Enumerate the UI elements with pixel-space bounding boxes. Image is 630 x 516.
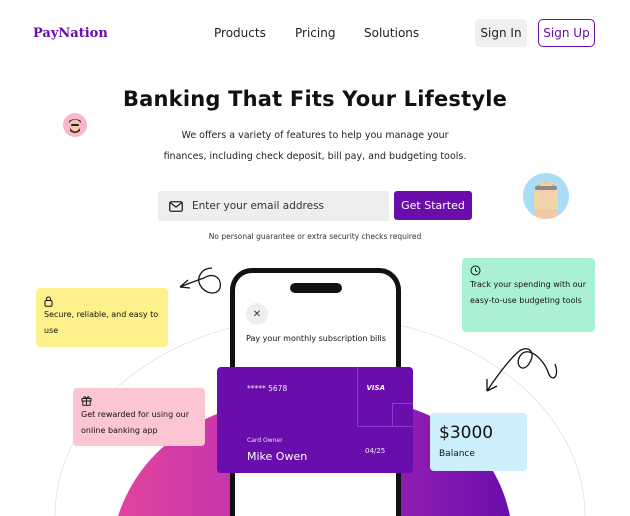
card-number: ***** 5678 [247, 384, 288, 393]
nav-item-solutions[interactable]: Solutions [364, 26, 419, 40]
balance-amount: $3000 [439, 423, 494, 443]
balance-label: Balance [439, 449, 475, 459]
feature-card-secure: Secure, reliable, and easy to use [36, 288, 168, 347]
gift-icon [81, 396, 92, 406]
card-expiry: 04/25 [365, 447, 386, 455]
clock-icon [470, 265, 481, 276]
hero-subtitle: We offers a variety of features to help … [140, 125, 490, 167]
squiggle-arrow-right [486, 348, 558, 392]
hero-subtitle-line-1: We offers a variety of features to help … [181, 130, 449, 141]
close-icon: ✕ [252, 308, 262, 320]
card-owner-name: Mike Owen [247, 450, 308, 463]
sign-in-button[interactable]: Sign In [475, 19, 527, 47]
email-input[interactable] [192, 200, 372, 212]
avatar-left [63, 113, 87, 137]
hero-title: Banking That Fits Your Lifestyle [122, 87, 508, 111]
avatar-right [523, 173, 569, 219]
hero-subtitle-line-2: finances, including check deposit, bill … [163, 151, 467, 162]
sign-up-button[interactable]: Sign Up [538, 19, 595, 47]
brand-logo[interactable]: PayNation [33, 26, 108, 41]
card-owner-label: Card Owner [247, 437, 283, 444]
nav-item-pricing[interactable]: Pricing [295, 26, 335, 40]
balance-card: $3000 Balance [430, 413, 527, 471]
phone-notch [290, 283, 342, 293]
feature-card-rewards-text: Get rewarded for using our online bankin… [81, 410, 189, 435]
email-field[interactable] [158, 191, 389, 221]
avatar-left-illustration [69, 119, 81, 133]
phone-message: Pay your monthly subscription bills [246, 334, 386, 343]
squiggle-arrow-left [179, 267, 221, 294]
get-started-button[interactable]: Get Started [394, 191, 472, 220]
nav-item-products[interactable]: Products [214, 26, 266, 40]
card-decoration-inner [392, 403, 413, 427]
feature-card-rewards: Get rewarded for using our online bankin… [73, 388, 205, 446]
lock-icon [44, 296, 53, 307]
signup-note: No personal guarantee or extra security … [208, 232, 422, 241]
mail-icon [169, 200, 183, 212]
feature-card-budget: Track your spending with our easy-to-use… [462, 258, 595, 332]
feature-card-secure-text: Secure, reliable, and easy to use [44, 310, 159, 335]
bank-card[interactable]: ***** 5678 VISA Card Owner Mike Owen 04/… [217, 367, 413, 473]
card-brand-logo: VISA [366, 384, 385, 392]
feature-card-budget-text: Track your spending with our easy-to-use… [470, 280, 587, 305]
avatar-right-illustration [533, 181, 559, 219]
close-button[interactable]: ✕ [246, 303, 268, 325]
